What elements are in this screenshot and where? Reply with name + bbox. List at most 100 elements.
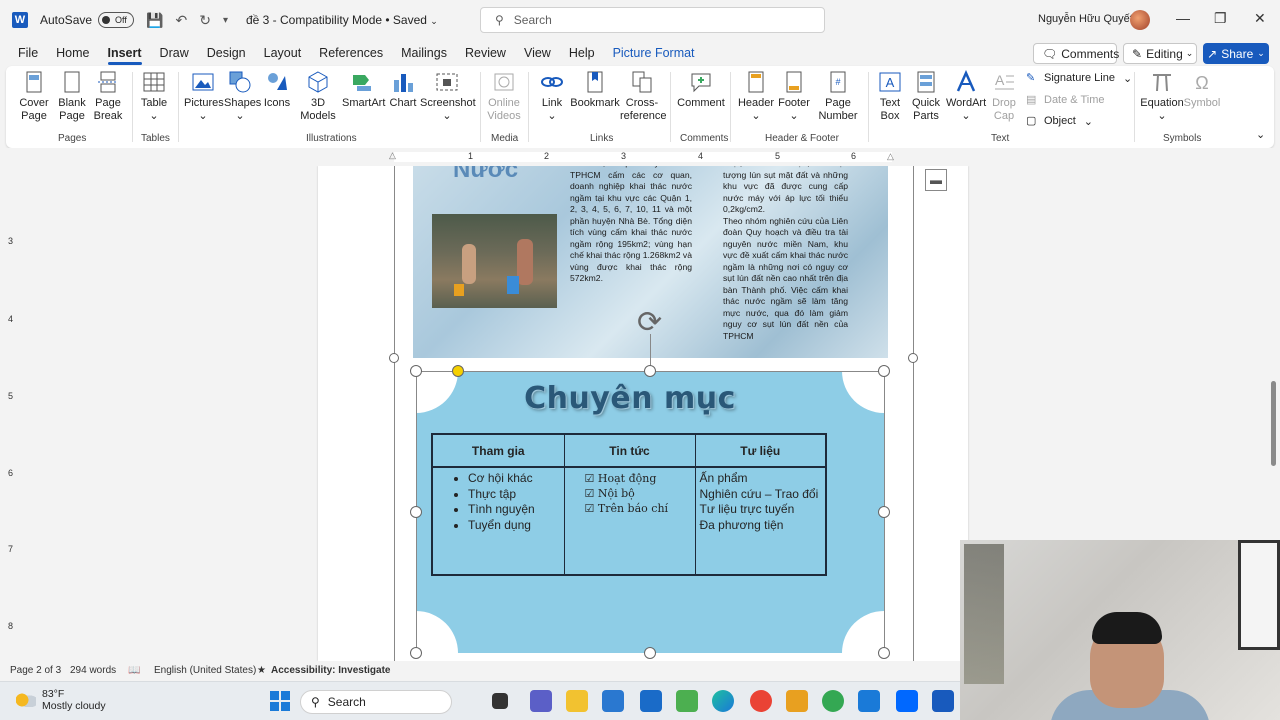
- minimize-icon[interactable]: —: [1176, 10, 1190, 26]
- rotate-handle-icon[interactable]: ⟳: [637, 308, 667, 338]
- icons-button[interactable]: Icons: [262, 70, 292, 110]
- tab-references[interactable]: References: [319, 46, 383, 60]
- tab-insert[interactable]: Insert: [107, 46, 142, 65]
- save-icon[interactable]: 💾: [146, 12, 163, 29]
- weather-widget[interactable]: 83°F Mostly cloudy: [16, 688, 106, 712]
- share-button[interactable]: ↗ Share ⌄: [1203, 43, 1269, 64]
- scrollbar-thumb[interactable]: [1271, 381, 1276, 466]
- autosave-toggle[interactable]: Off: [98, 12, 135, 28]
- search-input[interactable]: ⚲ Search: [480, 7, 825, 33]
- screenshot-button[interactable]: Screenshot ⌄: [420, 70, 476, 123]
- tab-layout[interactable]: Layout: [264, 46, 302, 60]
- proofing-icon[interactable]: 📖: [128, 665, 140, 676]
- tab-review[interactable]: Review: [465, 46, 506, 60]
- indent-marker[interactable]: △: [389, 150, 396, 161]
- collapse-ribbon-icon[interactable]: ⌄: [1256, 128, 1265, 141]
- store-icon[interactable]: [602, 690, 624, 712]
- tab-mailings[interactable]: Mailings: [401, 46, 447, 60]
- link-button[interactable]: Link ⌄: [536, 70, 568, 123]
- resize-handle[interactable]: [410, 506, 422, 518]
- right-indent-marker[interactable]: △: [887, 151, 894, 162]
- tab-draw[interactable]: Draw: [160, 46, 189, 60]
- comments-button[interactable]: 🗨 Comments: [1033, 43, 1119, 64]
- table-header[interactable]: Tư liệu: [694, 433, 827, 468]
- accessibility-status[interactable]: Accessibility: Investigate: [271, 665, 391, 676]
- page-number-button[interactable]: # Page Number: [814, 70, 862, 123]
- file-explorer-icon[interactable]: [566, 690, 588, 712]
- word-count[interactable]: 294 words: [70, 665, 116, 676]
- table-cell[interactable]: Cơ hội khác Thực tập Tình nguyện Tuyển d…: [431, 466, 565, 576]
- category-table[interactable]: Tham gia Tin tức Tư liệu Cơ hội khác Thự…: [431, 433, 827, 576]
- footer-button[interactable]: Footer ⌄: [774, 70, 814, 123]
- resize-handle[interactable]: [644, 365, 656, 377]
- chuyen-muc-wordart[interactable]: Chuyên mục: [416, 381, 844, 416]
- blank-page-button[interactable]: Blank Page: [52, 70, 92, 123]
- restore-icon[interactable]: ❐: [1214, 10, 1227, 27]
- table-cell[interactable]: ☑ Hoạt động ☑ Nội bộ ☑ Trên báo chí: [563, 466, 696, 576]
- user-name[interactable]: Nguyễn Hữu Quyết: [1038, 13, 1133, 25]
- date-time-button[interactable]: ▤ Date & Time: [1026, 93, 1105, 107]
- resize-handle[interactable]: [878, 506, 890, 518]
- tab-view[interactable]: View: [524, 46, 551, 60]
- page-break-button[interactable]: Page Break: [88, 70, 128, 123]
- windows-start-icon[interactable]: [270, 691, 290, 711]
- document-title[interactable]: đề 3 - Compatibility Mode • Saved ⌄: [246, 13, 438, 27]
- close-icon[interactable]: ✕: [1254, 10, 1266, 27]
- redo-icon[interactable]: ↻: [199, 12, 211, 29]
- avatar[interactable]: [1130, 10, 1150, 30]
- teams-icon[interactable]: [530, 690, 552, 712]
- tab-design[interactable]: Design: [207, 46, 246, 60]
- object-button[interactable]: ▢ Object ⌄: [1026, 114, 1093, 128]
- chart-button[interactable]: Chart: [388, 70, 418, 110]
- header-button[interactable]: Header ⌄: [736, 70, 776, 123]
- drop-cap-button[interactable]: A Drop Cap: [988, 70, 1020, 123]
- table-header[interactable]: Tin tức: [563, 433, 696, 468]
- chrome-profile-icon[interactable]: [822, 690, 844, 712]
- app-icon[interactable]: [858, 690, 880, 712]
- zalo-icon[interactable]: [896, 690, 918, 712]
- page-count[interactable]: Page 2 of 3: [10, 665, 61, 676]
- symbol-button[interactable]: Ω Symbol: [1182, 70, 1222, 110]
- chuyen-muc-shape[interactable]: Chuyên mục Tham gia Tin tức Tư liệu Cơ h…: [416, 371, 884, 653]
- taskbar-search[interactable]: ⚲ Search: [300, 690, 452, 714]
- resize-handle[interactable]: [410, 365, 422, 377]
- editing-button[interactable]: ✎ Editing ⌄: [1123, 43, 1197, 64]
- article-column-1[interactable]: Theo đó, cơ quan này đề xuất TPHCM cấm c…: [570, 166, 692, 285]
- resize-handle[interactable]: [878, 365, 890, 377]
- resize-handle[interactable]: [878, 647, 890, 659]
- smartart-button[interactable]: SmartArt: [342, 70, 385, 110]
- wordart-button[interactable]: WordArt ⌄: [946, 70, 986, 123]
- tab-home[interactable]: Home: [56, 46, 89, 60]
- word-taskbar-icon[interactable]: [932, 690, 954, 712]
- pictures-button[interactable]: Pictures ⌄: [184, 70, 224, 123]
- tab-file[interactable]: File: [18, 46, 38, 60]
- mail-icon[interactable]: [640, 690, 662, 712]
- table-header[interactable]: Tham gia: [431, 433, 565, 468]
- quick-parts-button[interactable]: Quick Parts: [908, 70, 944, 123]
- table-button[interactable]: Table ⌄: [136, 70, 172, 123]
- bookmark-button[interactable]: Bookmark: [570, 70, 620, 110]
- resize-handle[interactable]: [644, 647, 656, 659]
- app-icon[interactable]: [676, 690, 698, 712]
- resize-handle[interactable]: [410, 647, 422, 659]
- signature-line-button[interactable]: ✎ Signature Line ⌄: [1026, 71, 1132, 85]
- customize-toolbar-icon[interactable]: ▾: [223, 15, 228, 26]
- cross-reference-button[interactable]: Cross- reference: [620, 70, 666, 123]
- 3d-models-button[interactable]: 3D Models: [296, 70, 340, 123]
- layout-options-icon[interactable]: ▬: [925, 169, 947, 191]
- chrome-icon[interactable]: [750, 690, 772, 712]
- table-cell[interactable]: Ấn phẩm Nghiên cứu – Trao đổi Tư liệu tr…: [694, 466, 827, 576]
- edge-icon[interactable]: [712, 690, 734, 712]
- equation-button[interactable]: Equation ⌄: [1140, 70, 1184, 123]
- comment-button[interactable]: Comment: [676, 70, 726, 110]
- adjust-handle[interactable]: [452, 365, 464, 377]
- resize-handle[interactable]: [908, 353, 918, 363]
- tab-picture-format[interactable]: Picture Format: [613, 46, 695, 60]
- cover-page-button[interactable]: Cover Page: [14, 70, 54, 123]
- undo-icon[interactable]: ↶: [175, 12, 187, 29]
- text-box-button[interactable]: A Text Box: [872, 70, 908, 123]
- groundwater-photo[interactable]: [432, 214, 557, 308]
- task-view-icon[interactable]: [492, 693, 508, 709]
- snipping-tool-icon[interactable]: [786, 690, 808, 712]
- article-column-2[interactable]: nhạt, ô nhiễm mặn, có hiện tượng lún sụt…: [723, 166, 848, 342]
